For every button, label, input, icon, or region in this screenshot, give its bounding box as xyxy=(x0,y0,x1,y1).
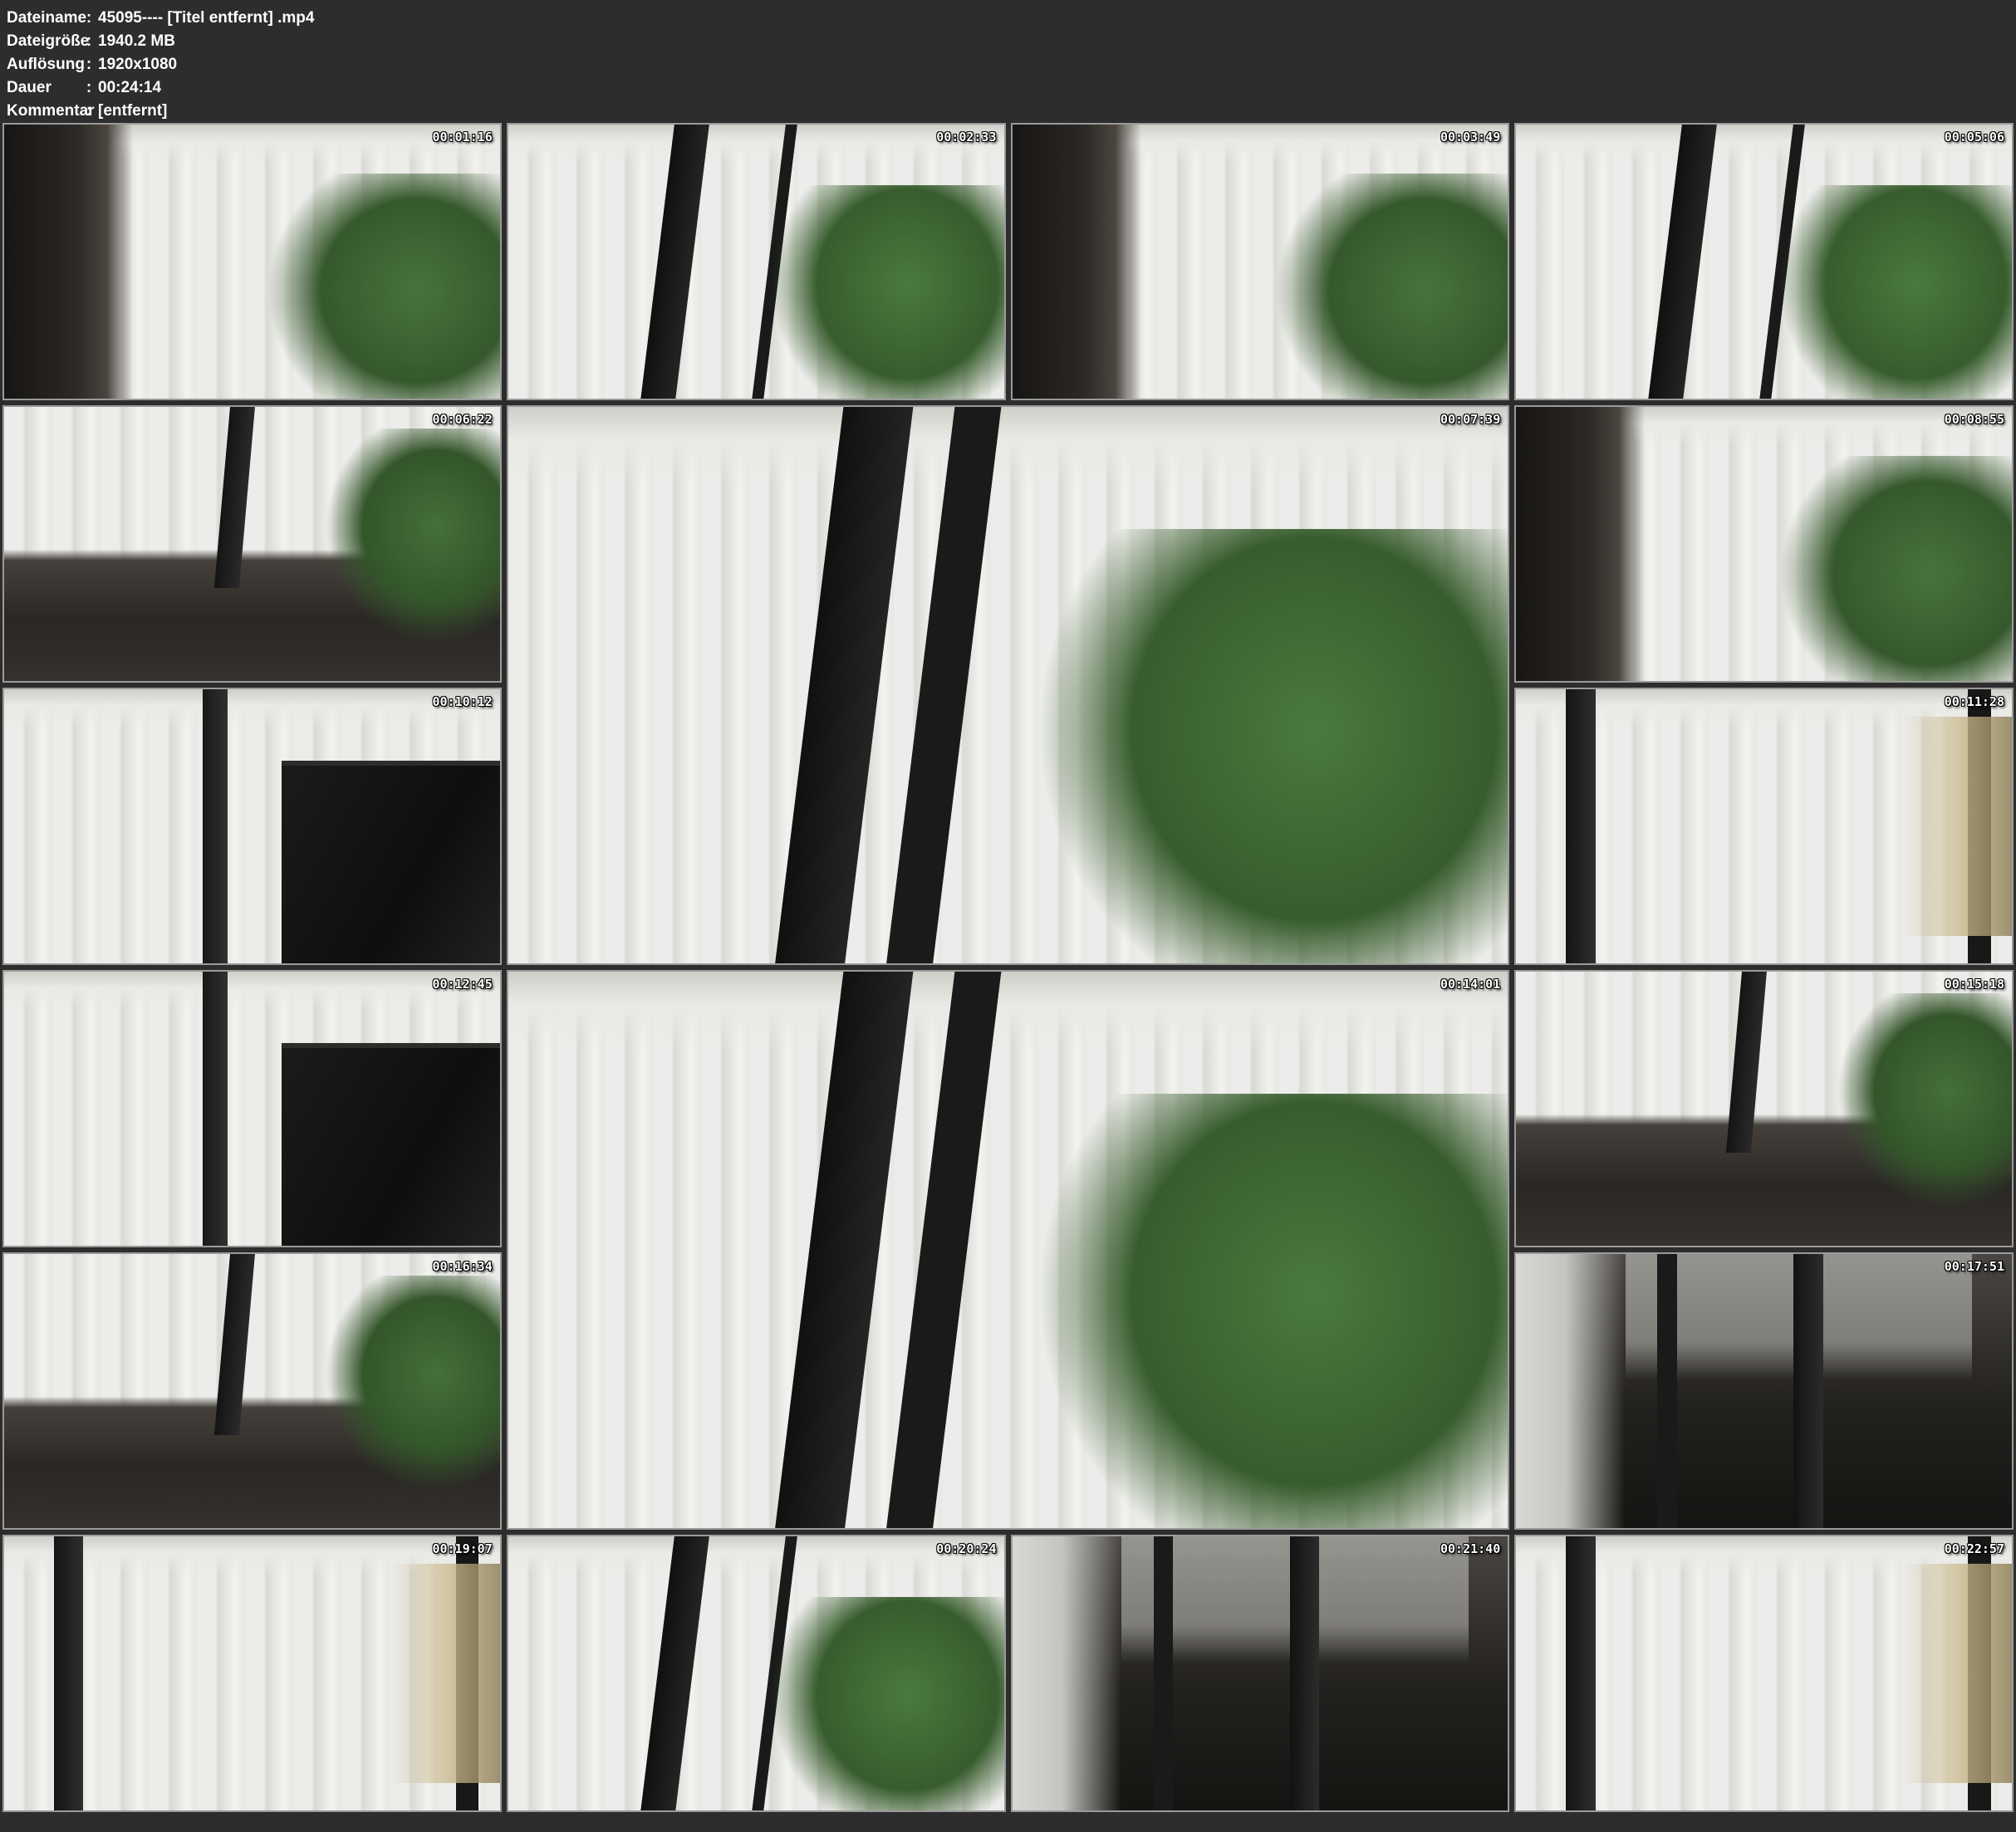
timestamp-overlay: 00:01:16 xyxy=(433,130,493,145)
separator: : xyxy=(83,7,95,30)
video-thumbnail-placeholder: 00:08:55 xyxy=(1514,405,2014,683)
video-thumbnail-placeholder-large: 00:07:39 xyxy=(507,405,1510,965)
timestamp-overlay: 00:19:07 xyxy=(433,1541,493,1556)
video-thumbnail-placeholder: 00:15:18 xyxy=(1514,970,2014,1247)
video-thumbnail-placeholder: 00:06:22 xyxy=(2,405,502,683)
timestamp-overlay: 00:03:49 xyxy=(1440,130,1500,145)
timestamp-overlay: 00:20:24 xyxy=(936,1541,996,1556)
timestamp-overlay: 00:21:40 xyxy=(1440,1541,1500,1556)
thumbnail-contact-sheet: 00:01:16 00:02:33 00:03:49 00:05:06 00:0… xyxy=(0,121,2016,1815)
video-thumbnail-placeholder: 00:10:12 xyxy=(2,688,502,965)
timestamp-overlay: 00:22:57 xyxy=(1945,1541,2004,1556)
timestamp-overlay: 00:08:55 xyxy=(1945,412,2004,427)
comment-label: Kommentar xyxy=(7,100,83,123)
separator: : xyxy=(83,53,95,76)
timestamp-overlay: 00:02:33 xyxy=(936,130,996,145)
separator: : xyxy=(83,30,95,53)
timestamp-overlay: 00:16:34 xyxy=(433,1259,493,1274)
video-thumbnail-placeholder: 00:11:28 xyxy=(1514,688,2014,965)
filename-value: 45095---- [Titel entfernt] .mp4 xyxy=(98,7,314,30)
timestamp-overlay: 00:17:51 xyxy=(1945,1259,2004,1274)
video-thumbnail-placeholder: 00:12:45 xyxy=(2,970,502,1247)
video-thumbnail-placeholder-large: 00:14:01 xyxy=(507,970,1510,1530)
separator: : xyxy=(83,76,95,100)
resolution-value: 1920x1080 xyxy=(98,53,177,76)
filesize-label: Dateigröße xyxy=(7,30,83,53)
video-thumbnail-placeholder: 00:01:16 xyxy=(2,123,502,400)
timestamp-overlay: 00:05:06 xyxy=(1945,130,2004,145)
video-thumbnail-placeholder: 00:22:57 xyxy=(1514,1535,2014,1812)
timestamp-overlay: 00:11:28 xyxy=(1945,694,2004,709)
video-thumbnail-placeholder: 00:16:34 xyxy=(2,1252,502,1530)
video-thumbnail-placeholder: 00:20:24 xyxy=(507,1535,1006,1812)
comment-value: [entfernt] xyxy=(98,100,167,123)
video-thumbnail-placeholder: 00:21:40 xyxy=(1011,1535,1510,1812)
timestamp-overlay: 00:06:22 xyxy=(433,412,493,427)
metadata-row-resolution: Auflösung : 1920x1080 xyxy=(7,53,2016,76)
timestamp-overlay: 00:07:39 xyxy=(1440,412,1500,427)
resolution-label: Auflösung xyxy=(7,53,83,76)
separator: : xyxy=(83,100,95,123)
video-thumbnail-placeholder: 00:19:07 xyxy=(2,1535,502,1812)
video-thumbnail-placeholder: 00:03:49 xyxy=(1011,123,1510,400)
video-thumbnail-placeholder: 00:05:06 xyxy=(1514,123,2014,400)
filename-label: Dateiname xyxy=(7,7,83,30)
metadata-row-filesize: Dateigröße : 1940.2 MB xyxy=(7,30,2016,53)
filesize-value: 1940.2 MB xyxy=(98,30,175,53)
duration-value: 00:24:14 xyxy=(98,76,161,100)
timestamp-overlay: 00:15:18 xyxy=(1945,977,2004,992)
metadata-row-comment: Kommentar : [entfernt] xyxy=(7,100,2016,123)
video-thumbnail-placeholder: 00:02:33 xyxy=(507,123,1006,400)
metadata-row-filename: Dateiname : 45095---- [Titel entfernt] .… xyxy=(7,7,2016,30)
timestamp-overlay: 00:10:12 xyxy=(433,694,493,709)
duration-label: Dauer xyxy=(7,76,83,100)
timestamp-overlay: 00:14:01 xyxy=(1440,977,1500,992)
video-thumbnail-placeholder: 00:17:51 xyxy=(1514,1252,2014,1530)
metadata-row-duration: Dauer : 00:24:14 xyxy=(7,76,2016,100)
file-metadata-header: Dateiname : 45095---- [Titel entfernt] .… xyxy=(0,0,2016,121)
timestamp-overlay: 00:12:45 xyxy=(433,977,493,992)
